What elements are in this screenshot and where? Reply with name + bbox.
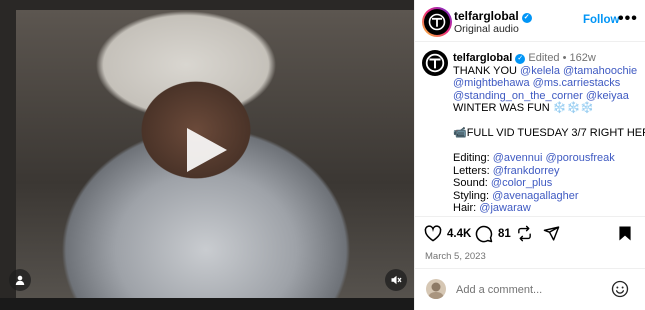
- post-window: telfarglobal ✓ Original audio Follow ••• …: [0, 0, 645, 310]
- caption-line: @standing_on_the_corner @keiyaa: [453, 90, 643, 103]
- mention-link[interactable]: @jawaraw: [479, 202, 531, 214]
- like-group: 4.4K: [424, 225, 471, 242]
- share-icon[interactable]: [543, 225, 560, 242]
- caption-text-span: Letters:: [453, 164, 493, 177]
- comment-icon[interactable]: [475, 225, 493, 243]
- caption-line: WINTER WAS FUN ❄️❄️❄️: [453, 102, 643, 115]
- caption-meta-line: telfarglobal ✓ Edited • 162w: [453, 52, 643, 65]
- comment-composer: Add a comment...: [415, 268, 645, 310]
- mention-link[interactable]: @tamahoochie: [563, 65, 637, 77]
- save-button[interactable]: [618, 225, 632, 242]
- caption-line: Editing: @avennui @porousfreak: [453, 152, 643, 165]
- comment-input[interactable]: Add a comment...: [456, 284, 542, 296]
- telfar-logo-icon: [425, 53, 445, 73]
- caption-line: Styling: @avenagallagher: [453, 190, 643, 203]
- repost-button[interactable]: [516, 225, 533, 242]
- comment-group: 81: [475, 225, 511, 243]
- follow-button[interactable]: Follow: [583, 14, 619, 26]
- bookmark-icon[interactable]: [618, 225, 632, 242]
- mention-link[interactable]: @frankdorrey: [493, 165, 560, 177]
- post-header: telfarglobal ✓ Original audio Follow •••: [415, 0, 645, 42]
- caption-text-span: WINTER WAS FUN ❄️❄️❄️: [453, 102, 594, 114]
- verified-badge-icon: ✓: [521, 13, 532, 23]
- share-button[interactable]: [543, 225, 560, 242]
- caption-text-span: Hair:: [453, 202, 480, 214]
- caption-text-span: 📹FULL VID TUESDAY 3/7 RIGHT HERE: [453, 127, 645, 139]
- caption-avatar[interactable]: [422, 50, 448, 76]
- caption-username[interactable]: telfarglobal: [453, 52, 512, 64]
- caption: telfarglobal ✓ Edited • 162w THANK YOU @k…: [415, 42, 645, 216]
- post-date[interactable]: March 5, 2023: [425, 251, 486, 262]
- header-avatar-ring[interactable]: [422, 7, 452, 37]
- video-bottom-bar: [0, 298, 414, 310]
- verified-badge-icon: ✓: [515, 54, 526, 64]
- user-icon[interactable]: [9, 269, 31, 291]
- edited-label: Edited: [528, 52, 560, 64]
- caption-line: 📹FULL VID TUESDAY 3/7 RIGHT HERE: [453, 127, 645, 140]
- mention-link[interactable]: @mightbehawa: [453, 77, 530, 89]
- mention-link[interactable]: @color_plus: [491, 177, 552, 189]
- mention-link[interactable]: @keiyaa: [586, 90, 629, 102]
- telfar-logo-icon: [428, 13, 446, 31]
- caption-line: Hair: @jawaraw: [453, 202, 643, 215]
- caption-text-span: Editing:: [453, 152, 493, 164]
- caption-text-span: Sound:: [453, 177, 491, 189]
- mention-link[interactable]: @avenagallagher: [492, 190, 578, 202]
- caption-text-span: Styling:: [453, 189, 493, 202]
- more-options-icon[interactable]: •••: [618, 10, 638, 28]
- post-age[interactable]: 162w: [570, 52, 596, 64]
- heart-icon[interactable]: [424, 225, 442, 242]
- post-side-panel: telfarglobal ✓ Original audio Follow ••• …: [414, 0, 645, 310]
- viewer-avatar: [426, 279, 446, 299]
- mention-link[interactable]: @ms.carriestacks: [533, 77, 621, 89]
- mention-link[interactable]: @avennui: [493, 152, 543, 164]
- audio-label[interactable]: Original audio: [454, 23, 519, 35]
- caption-line: THANK YOU @kelela @tamahoochie: [453, 65, 643, 78]
- mention-link[interactable]: @kelela: [520, 65, 560, 77]
- caption-text-span: THANK YOU: [453, 64, 521, 77]
- like-count[interactable]: 4.4K: [447, 228, 471, 240]
- avatar[interactable]: [424, 9, 450, 35]
- mute-icon[interactable]: [385, 269, 407, 291]
- header-username[interactable]: telfarglobal ✓: [454, 9, 532, 23]
- caption-line: Sound: @color_plus: [453, 177, 643, 190]
- mention-link[interactable]: @porousfreak: [546, 152, 615, 164]
- play-icon[interactable]: [187, 128, 227, 172]
- caption-text: telfarglobal ✓ Edited • 162w THANK YOU @k…: [453, 52, 645, 217]
- caption-line: @mightbehawa @ms.carriestacks: [453, 77, 643, 90]
- caption-body: THANK YOU @kelela @tamahoochie @mightbeha…: [453, 65, 645, 217]
- comment-count[interactable]: 81: [498, 228, 511, 240]
- emoji-icon[interactable]: [611, 280, 629, 301]
- repost-icon[interactable]: [516, 225, 533, 242]
- video-player[interactable]: [0, 0, 414, 310]
- meta-separator: •: [562, 52, 567, 64]
- caption-line: Letters: @frankdorrey: [453, 165, 643, 178]
- mention-link[interactable]: @standing_on_the_corner: [453, 90, 583, 102]
